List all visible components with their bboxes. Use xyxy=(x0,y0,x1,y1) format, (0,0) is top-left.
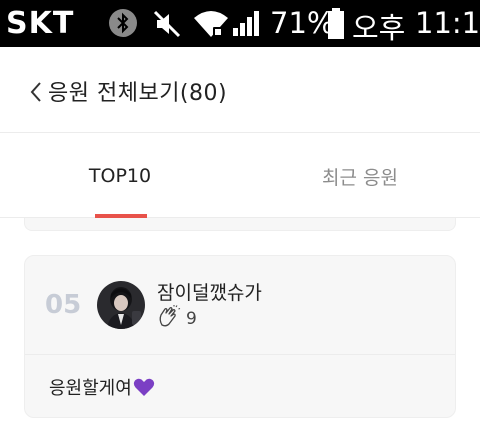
page-header: 응원 전체보기(80) xyxy=(0,47,480,133)
status-bar: SKT 71% 오후 11:1 xyxy=(0,0,480,47)
page-title: 응원 전체보기(80) xyxy=(48,81,228,106)
tab-top10[interactable]: TOP10 xyxy=(0,134,240,218)
signal-icon xyxy=(232,9,262,41)
purple-heart-icon xyxy=(133,378,154,396)
avatar[interactable] xyxy=(97,281,145,329)
cheer-card[interactable]: 05 잠이덜깼슈가 9 응원할게여 xyxy=(24,255,456,418)
status-ampm: 오후 xyxy=(352,11,406,45)
clap-count: 9 xyxy=(186,309,197,329)
status-time: 11:17 xyxy=(415,6,480,40)
chevron-left-icon xyxy=(30,82,41,102)
previous-card-edge xyxy=(24,218,456,231)
clapping-hands-icon[interactable] xyxy=(157,305,181,329)
cheer-card-header: 05 잠이덜깼슈가 9 xyxy=(25,256,455,355)
cheer-list[interactable]: 05 잠이덜깼슈가 9 응원할게여 xyxy=(0,218,480,425)
cheer-comment: 응원할게여 xyxy=(49,374,155,400)
rank-number: 05 xyxy=(45,290,82,320)
tab-recent-cheers[interactable]: 최근 응원 xyxy=(240,134,480,218)
battery-icon xyxy=(327,8,345,44)
battery-percent: 71% xyxy=(270,6,335,40)
wifi-icon xyxy=(193,10,229,42)
bluetooth-icon xyxy=(108,8,138,42)
back-button[interactable] xyxy=(26,79,46,105)
tab-bar: TOP10 최근 응원 xyxy=(0,134,480,218)
comment-text: 응원할게여 xyxy=(49,378,132,399)
mute-icon xyxy=(152,9,182,43)
carrier-name: SKT xyxy=(6,6,75,41)
nickname: 잠이덜깼슈가 xyxy=(157,282,262,304)
